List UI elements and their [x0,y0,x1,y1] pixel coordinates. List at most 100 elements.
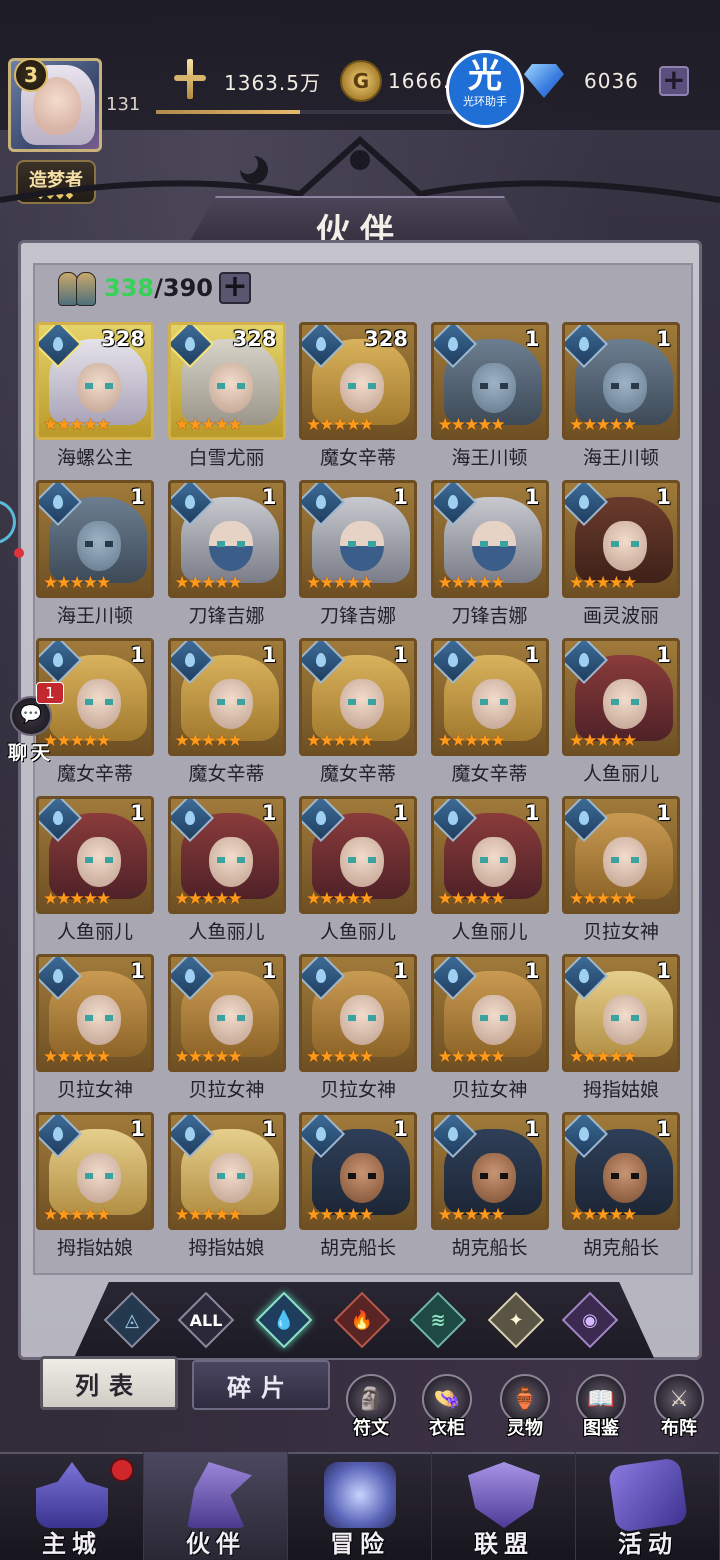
hero-name: 拇指姑娘 [188,1237,265,1259]
element-icon: ALL [189,1310,223,1330]
hero-stars: ★★★★★ [306,415,374,435]
hero-name: 海王川顿 [582,447,659,469]
hero-card[interactable]: 1 ★★★★★ 贝拉女神 [562,796,680,943]
hero-level: 1 [656,801,671,825]
function-button[interactable]: 🏺 灵物 [494,1374,556,1444]
hero-card[interactable]: 1 ★★★★★ 刀锋吉娜 [299,480,417,627]
expand-capacity-button[interactable]: + [218,272,251,304]
hero-level: 328 [101,327,145,351]
hero-portrait-frame: 1 ★★★★★ [562,480,680,598]
player-level: 131 [106,94,141,115]
hero-card[interactable]: 1 ★★★★★ 人鱼丽儿 [167,796,286,943]
function-button[interactable]: 👒 衣柜 [416,1374,478,1444]
gem-value: 6036 [584,69,639,93]
hero-name: 贝拉女神 [582,921,659,943]
tab-list[interactable]: 列表 [40,1356,178,1410]
ice-element-filter[interactable]: ◬ [103,1291,161,1349]
hero-name: 刀锋吉娜 [188,605,265,627]
vip-level-badge: 3 [14,58,48,92]
hero-portrait-frame: 1 ★★★★★ [167,480,286,598]
sword-icon [170,59,210,103]
chat-button[interactable]: 💬 1 聊天 [4,682,64,764]
hero-portrait-frame: 1 ★★★★★ [36,1112,154,1230]
hero-name: 贝拉女神 [319,1079,396,1101]
water-element-filter[interactable]: 💧 [255,1291,313,1349]
hero-portrait-frame: 1 ★★★★★ [299,796,417,914]
nav-label: 主城 [42,1530,102,1558]
hero-portrait-frame: 1 ★★★★★ [430,480,549,598]
nav-item[interactable]: 冒险 [288,1452,432,1560]
hero-card[interactable]: 1 ★★★★★ 人鱼丽儿 [430,796,549,943]
hero-name: 胡克船长 [451,1237,528,1259]
hero-card[interactable]: 1 ★★★★★ 拇指姑娘 [562,954,680,1101]
hero-portrait-frame: 1 ★★★★★ [167,796,286,914]
function-button[interactable]: 🗿 符文 [340,1374,402,1444]
hero-card[interactable]: 328 ★★★★★ 白雪尤丽 [167,322,286,469]
hero-card[interactable]: 1 ★★★★★ 人鱼丽儿 [36,796,154,943]
hero-level: 1 [656,327,671,351]
hero-card[interactable]: 1 ★★★★★ 胡克船长 [562,1112,680,1259]
hero-card[interactable]: 1 ★★★★★ 魔女辛蒂 [167,638,286,785]
all-element-filter[interactable]: ALL [177,1291,235,1349]
hero-card[interactable]: 1 ★★★★★ 海王川顿 [562,322,680,469]
capacity-max: 390 [162,274,213,302]
hero-card[interactable]: 1 ★★★★★ 魔女辛蒂 [430,638,549,785]
hero-portrait-frame: 1 ★★★★★ [36,954,154,1072]
gold-coin-icon: G [340,60,382,102]
hero-card[interactable]: 1 ★★★★★ 拇指姑娘 [167,1112,286,1259]
helper-floating-button[interactable]: 光 光环助手 [446,50,524,128]
chat-label: 聊天 [8,742,55,764]
light-element-filter[interactable]: ✦ [487,1291,545,1349]
hero-stars: ★★★★★ [569,415,637,435]
function-button[interactable]: 📖 图鉴 [570,1374,632,1444]
hero-level: 1 [261,1117,277,1141]
hero-card[interactable]: 1 ★★★★★ 海王川顿 [36,480,154,627]
nav-icon [187,1462,252,1528]
fire-element-filter[interactable]: 🔥 [333,1291,391,1349]
hero-card[interactable]: 1 ★★★★★ 刀锋吉娜 [430,480,549,627]
hero-name: 贝拉女神 [188,1079,265,1101]
hero-portrait-frame: 1 ★★★★★ [562,322,680,440]
hero-card[interactable]: 1 ★★★★★ 人鱼丽儿 [299,796,417,943]
nav-item[interactable]: 活动 [576,1452,720,1560]
hero-stars: ★★★★★ [306,1047,374,1067]
hero-name: 胡克船长 [319,1237,396,1259]
hero-stars: ★★★★★ [437,415,506,435]
hero-stars: ★★★★★ [174,889,243,909]
function-label: 符文 [353,1418,389,1439]
hero-card[interactable]: 1 ★★★★★ 海王川顿 [430,322,549,469]
hero-card[interactable]: 328 ★★★★★ 海螺公主 [36,322,154,469]
main-city-notification-dot [110,1458,134,1482]
hero-card[interactable]: 1 ★★★★★ 魔女辛蒂 [299,638,417,785]
hero-name: 刀锋吉娜 [451,605,528,627]
hero-stars: ★★★★★ [174,573,243,593]
function-button[interactable]: ⚔ 布阵 [648,1374,710,1444]
tab-fragments[interactable]: 碎片 [192,1360,330,1410]
hero-card[interactable]: 1 ★★★★★ 贝拉女神 [36,954,154,1101]
hero-card[interactable]: 1 ★★★★★ 刀锋吉娜 [167,480,286,627]
hero-level: 1 [524,1117,540,1141]
hero-name: 魔女辛蒂 [451,763,528,785]
dark-element-filter[interactable]: ◉ [561,1291,619,1349]
hero-card[interactable]: 1 ★★★★★ 贝拉女神 [299,954,417,1101]
hero-level: 1 [130,959,145,983]
add-gems-button[interactable]: + [658,66,689,96]
hero-card[interactable]: 1 ★★★★★ 胡克船长 [430,1112,549,1259]
hero-card[interactable]: 1 ★★★★★ 胡克船长 [299,1112,417,1259]
wind-element-filter[interactable]: ≋ [409,1291,467,1349]
hero-portrait-frame: 328 ★★★★★ [167,322,286,440]
hero-stars: ★★★★★ [43,415,111,435]
hero-card[interactable]: 328 ★★★★★ 魔女辛蒂 [299,322,417,469]
nav-item[interactable]: 联盟 [432,1452,576,1560]
hero-level: 1 [656,643,671,667]
hero-level: 328 [364,327,408,351]
hero-card[interactable]: 1 ★★★★★ 画灵波丽 [562,480,680,627]
hero-level: 1 [261,801,277,825]
hero-stars: ★★★★★ [43,1205,111,1225]
nav-item[interactable]: 伙伴 [144,1452,288,1560]
hero-card[interactable]: 1 ★★★★★ 贝拉女神 [167,954,286,1101]
hero-card[interactable]: 1 ★★★★★ 贝拉女神 [430,954,549,1101]
hero-portrait-frame: 1 ★★★★★ [299,638,417,756]
hero-card[interactable]: 1 ★★★★★ 人鱼丽儿 [562,638,680,785]
hero-card[interactable]: 1 ★★★★★ 拇指姑娘 [36,1112,154,1259]
